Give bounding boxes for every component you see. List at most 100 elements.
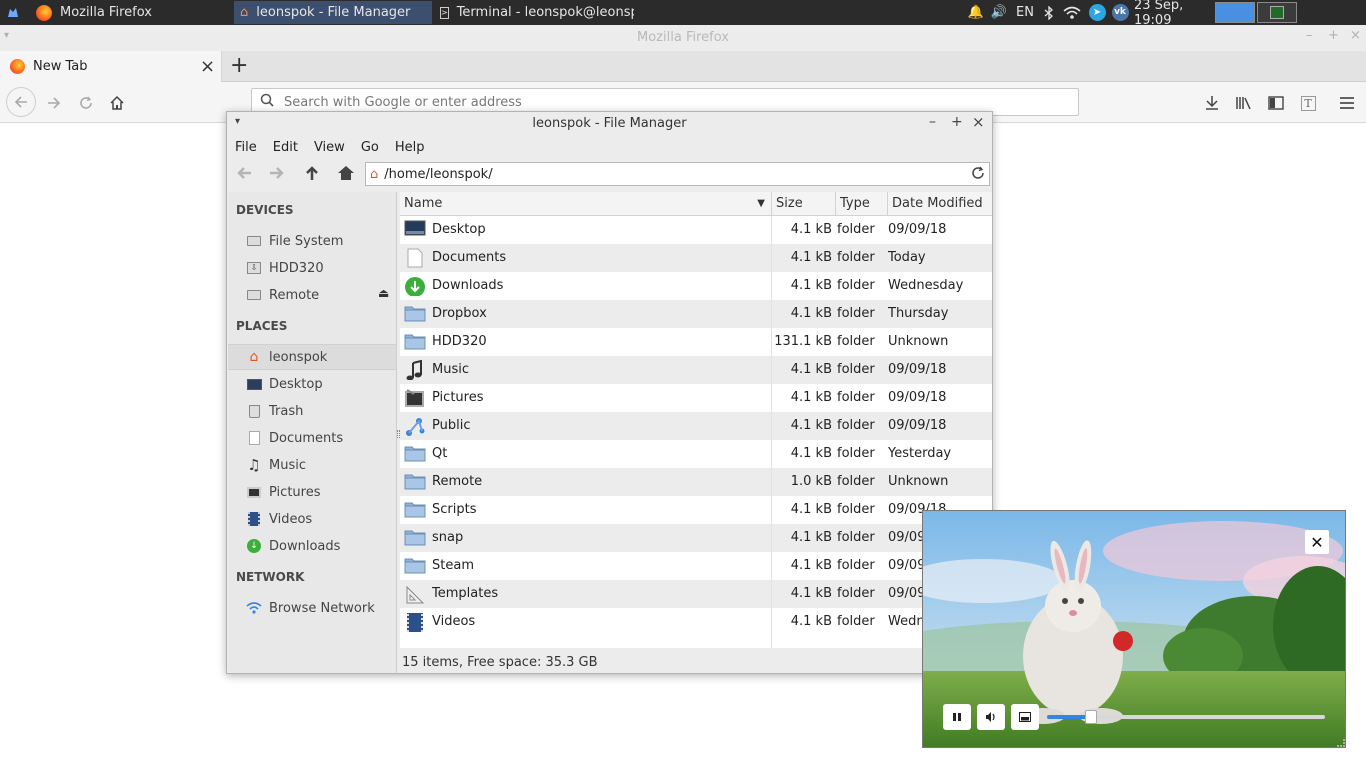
file-name: HDD320: [432, 334, 487, 349]
close-tab-icon[interactable]: ×: [200, 56, 215, 77]
file-name: Dropbox: [432, 306, 487, 321]
sidebar-item-leonspok[interactable]: ⌂ leonspok: [228, 344, 396, 370]
close-icon[interactable]: ×: [972, 113, 985, 131]
volume-button[interactable]: [977, 704, 1005, 730]
window-menu-icon[interactable]: ▾: [235, 116, 240, 127]
sidebar-item-desktop[interactable]: Desktop: [228, 371, 396, 397]
file-size: 4.1 kB: [790, 530, 832, 545]
window-menu-icon[interactable]: ▾: [4, 30, 9, 41]
new-tab-button[interactable]: +: [230, 53, 248, 78]
sidebar-item-trash[interactable]: Trash: [228, 398, 396, 424]
maximize-icon[interactable]: +: [951, 114, 963, 130]
file-name: Downloads: [432, 278, 504, 293]
video-pip-window[interactable]: ✕: [922, 510, 1346, 748]
forward-arrow-icon[interactable]: [268, 164, 286, 186]
close-icon[interactable]: ×: [1350, 28, 1361, 43]
reload-icon[interactable]: [971, 166, 985, 184]
sidebar-icon[interactable]: [1262, 89, 1290, 117]
sidebar-item-pictures[interactable]: Pictures: [228, 479, 396, 505]
column-header-name[interactable]: Name ▼: [400, 192, 772, 216]
menu-view[interactable]: View: [306, 140, 353, 155]
table-row[interactable]: Remote 1.0 kB folder Unknown: [400, 468, 992, 496]
exit-pip-button[interactable]: [1011, 704, 1039, 730]
bluetooth-icon[interactable]: [1040, 0, 1058, 25]
whisker-menu-icon[interactable]: [2, 0, 24, 25]
bell-icon[interactable]: 🔔: [966, 0, 986, 25]
home-button[interactable]: [103, 89, 131, 117]
table-row[interactable]: Documents 4.1 kB folder Today: [400, 244, 992, 272]
library-icon[interactable]: [1230, 89, 1258, 117]
pane-resize-handle[interactable]: [397, 430, 400, 438]
minimize-icon[interactable]: –: [1306, 28, 1313, 43]
task-firefox[interactable]: Mozilla Firefox: [30, 1, 230, 24]
back-arrow-icon[interactable]: [235, 164, 253, 186]
table-row[interactable]: Steam 4.1 kB folder 09/09/18: [400, 552, 992, 580]
file-name: Public: [432, 418, 471, 433]
table-row[interactable]: Downloads 4.1 kB folder Wednesday: [400, 272, 992, 300]
home-icon[interactable]: [337, 164, 355, 186]
clock[interactable]: 23 Sep, 19:09: [1134, 0, 1212, 28]
table-row[interactable]: Music 4.1 kB folder 09/09/18: [400, 356, 992, 384]
table-row[interactable]: Qt 4.1 kB folder Yesterday: [400, 440, 992, 468]
task-file-manager[interactable]: ⌂ leonspok - File Manager: [234, 1, 432, 24]
file-date: Wednesday: [888, 278, 964, 293]
resize-grip[interactable]: [1337, 739, 1345, 747]
table-row[interactable]: Pictures 4.1 kB folder 09/09/18: [400, 384, 992, 412]
reader-icon[interactable]: T: [1294, 89, 1322, 117]
sidebar-item-file-system[interactable]: File System: [228, 228, 396, 254]
file-type: folder: [837, 418, 875, 433]
reload-button[interactable]: [72, 89, 100, 117]
table-row[interactable]: HDD320 131.1 kB folder Unknown: [400, 328, 992, 356]
sidebar-item-videos[interactable]: Videos: [228, 506, 396, 532]
close-pip-button[interactable]: ✕: [1305, 530, 1329, 554]
seek-bar[interactable]: [1047, 710, 1325, 724]
sidebar-item-downloads[interactable]: ↓ Downloads: [228, 533, 396, 559]
table-row[interactable]: Public 4.1 kB folder 09/09/18: [400, 412, 992, 440]
menu-file[interactable]: File: [227, 140, 265, 155]
workspace-1[interactable]: [1215, 2, 1255, 23]
task-terminal[interactable]: > Terminal - leonspok@leonsp...: [434, 1, 634, 24]
table-row[interactable]: Dropbox 4.1 kB folder Thursday: [400, 300, 992, 328]
location-bar[interactable]: ⌂ /home/leonspok/: [365, 162, 990, 186]
menu-edit[interactable]: Edit: [265, 140, 306, 155]
sidebar-item-browse-network[interactable]: Browse Network: [228, 595, 396, 621]
menu-icon[interactable]: [1333, 89, 1361, 117]
menu-go[interactable]: Go: [353, 140, 387, 155]
eject-icon[interactable]: ⏏: [378, 286, 389, 300]
sidebar-item-music[interactable]: ♫ Music: [228, 452, 396, 478]
telegram-icon[interactable]: ➤: [1086, 0, 1108, 25]
folder-icon: [404, 444, 426, 464]
sidebar-item-hdd320[interactable]: ⇩ HDD320: [228, 255, 396, 281]
downloads-icon[interactable]: [1198, 89, 1226, 117]
folder-icon: [404, 556, 426, 576]
terminal-icon: [1270, 6, 1284, 19]
maximize-icon[interactable]: +: [1328, 28, 1339, 43]
keyboard-layout[interactable]: EN: [1012, 0, 1038, 25]
document-icon: [246, 430, 262, 446]
table-row[interactable]: snap 4.1 kB folder 09/09/18: [400, 524, 992, 552]
workspace-2[interactable]: [1257, 2, 1297, 23]
sidebar-item-documents[interactable]: Documents: [228, 425, 396, 451]
column-header-type[interactable]: Type: [836, 192, 888, 216]
file-type: folder: [837, 586, 875, 601]
volume-icon[interactable]: 🔊: [989, 0, 1009, 25]
forward-button[interactable]: [40, 89, 68, 117]
table-row[interactable]: Desktop 4.1 kB folder 09/09/18: [400, 216, 992, 244]
tab-new-tab[interactable]: New Tab ×: [0, 51, 222, 82]
table-row[interactable]: Videos4.1 kBfolderWednesday: [400, 608, 992, 636]
seek-bar-thumb[interactable]: [1085, 710, 1098, 724]
table-row[interactable]: Templates 4.1 kB folder 09/09/18: [400, 580, 992, 608]
vk-icon[interactable]: vk: [1109, 0, 1131, 25]
firefox-icon: [10, 59, 25, 74]
minimize-icon[interactable]: –: [929, 114, 936, 130]
file-date: Today: [888, 250, 926, 265]
back-button[interactable]: [6, 87, 36, 117]
up-arrow-icon[interactable]: [303, 164, 321, 186]
column-header-date[interactable]: Date Modified: [888, 192, 992, 216]
pause-button[interactable]: [943, 704, 971, 730]
table-row[interactable]: Scripts 4.1 kB folder 09/09/18: [400, 496, 992, 524]
wifi-icon[interactable]: [1060, 0, 1084, 25]
menu-help[interactable]: Help: [387, 140, 433, 155]
column-header-size[interactable]: Size: [772, 192, 836, 216]
sidebar-item-remote[interactable]: Remote ⏏: [228, 282, 396, 308]
